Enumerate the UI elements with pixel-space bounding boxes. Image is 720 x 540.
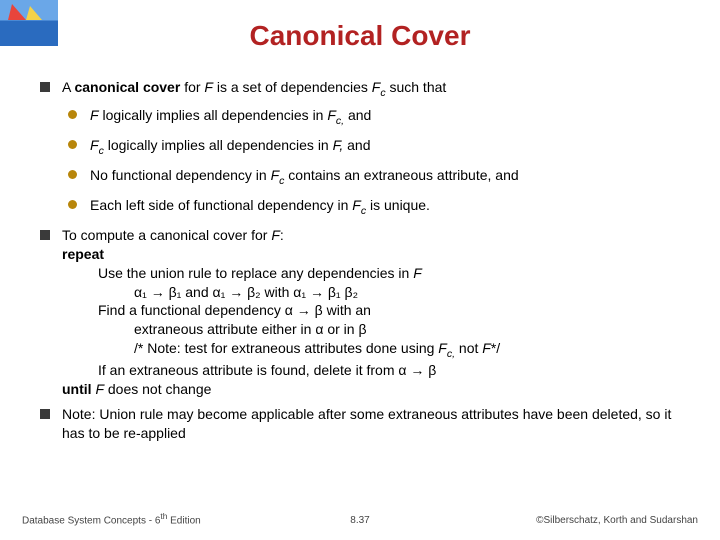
var-F: F	[482, 340, 491, 356]
bold-term: canonical cover	[74, 79, 184, 95]
bullet-definition: A canonical cover for F is a set of depe…	[40, 78, 690, 100]
text: and	[344, 107, 371, 123]
text: A	[62, 79, 74, 95]
algo-line-8: If an extraneous attribute is found, del…	[98, 361, 690, 380]
text: logically implies all dependencies in	[104, 137, 333, 153]
slide-title: Canonical Cover	[0, 20, 720, 52]
var-Fc: Fc,	[327, 107, 344, 123]
subscript: c,	[336, 115, 344, 127]
bullet-note: Note: Union rule may become applicable a…	[40, 405, 690, 443]
text: is a set of dependencies	[213, 79, 372, 95]
var-Fc: Fc	[271, 167, 285, 183]
algo-line-4: α₁ → β₁ and α₁ → β₂ with α₁ → β₁ β₂	[134, 283, 690, 302]
text: for	[184, 79, 204, 95]
var-F: F,	[333, 137, 344, 153]
text: does not change	[104, 381, 211, 397]
keyword-until: until	[62, 381, 95, 397]
text: */	[491, 340, 500, 356]
sail-red	[8, 4, 26, 20]
var-Fc: Fc	[352, 197, 366, 213]
text: is unique.	[366, 197, 430, 213]
text: logically implies all dependencies in	[99, 107, 328, 123]
text: F	[271, 167, 280, 183]
slide: Canonical Cover A canonical cover for F …	[0, 0, 720, 540]
var-F: F	[413, 265, 422, 281]
var-Fc: Fc	[372, 79, 386, 95]
text: F	[90, 137, 99, 153]
text: To compute a canonical cover for	[62, 227, 271, 243]
bullet-algorithm: To compute a canonical cover for F: repe…	[40, 226, 690, 399]
text: F	[327, 107, 336, 123]
algo-line-7: /* Note: test for extraneous attributes …	[134, 339, 690, 361]
algo-line-6: extraneous attribute either in α or in β	[134, 320, 690, 339]
text: not	[455, 340, 482, 356]
sub-bullet-1: F logically implies all dependencies in …	[68, 106, 690, 128]
algo-line-1: To compute a canonical cover for F:	[62, 226, 690, 245]
text: Use the union rule to replace any depend…	[98, 265, 413, 281]
algo-repeat: repeat	[62, 245, 690, 264]
footer-copyright: ©Silberschatz, Korth and Sudarshan	[536, 515, 698, 526]
var-Fc: Fc	[90, 137, 104, 153]
sub-bullet-3: No functional dependency in Fc contains …	[68, 166, 690, 188]
var-F: F	[95, 381, 104, 397]
algo-line-3: Use the union rule to replace any depend…	[98, 264, 690, 283]
sub-bullet-2: Fc logically implies all dependencies in…	[68, 136, 690, 158]
sub-bullet-4: Each left side of functional dependency …	[68, 196, 690, 218]
text: and	[343, 137, 370, 153]
text: No functional dependency in	[90, 167, 271, 183]
sail-yellow	[26, 6, 42, 20]
slide-body: A canonical cover for F is a set of depe…	[40, 78, 690, 449]
text: :	[280, 227, 284, 243]
text: contains an extraneous attribute, and	[284, 167, 518, 183]
var-Fc: Fc,	[438, 340, 455, 356]
var-F: F	[90, 107, 99, 123]
var-F: F	[271, 227, 280, 243]
algo-line-5: Find a functional dependency α → β with …	[98, 301, 690, 320]
text: Each left side of functional dependency …	[90, 197, 352, 213]
text: F	[438, 340, 447, 356]
subscript: c,	[447, 348, 455, 360]
text: such that	[386, 79, 447, 95]
keyword-repeat: repeat	[62, 246, 104, 262]
text: /* Note: test for extraneous attributes …	[134, 340, 438, 356]
text: F	[352, 197, 361, 213]
algo-until: until F does not change	[62, 380, 690, 399]
var-F: F	[204, 79, 213, 95]
